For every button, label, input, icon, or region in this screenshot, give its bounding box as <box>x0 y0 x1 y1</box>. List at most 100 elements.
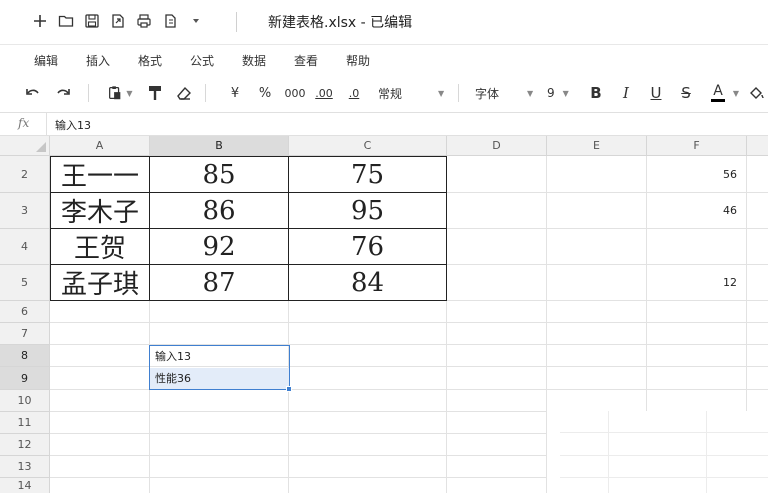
toolbar-separator <box>88 84 89 102</box>
row-header-3[interactable]: 3 <box>0 193 50 229</box>
cell-a5[interactable]: 孟子琪 <box>51 265 149 300</box>
row-header-14[interactable]: 14 <box>0 478 50 493</box>
strikethrough-button[interactable]: S <box>677 83 695 103</box>
row-header-12[interactable]: 12 <box>0 434 50 456</box>
menu-format[interactable]: 格式 <box>138 52 162 69</box>
formula-input[interactable]: 输入13 <box>55 117 91 133</box>
cell-f5[interactable]: 12 <box>647 265 746 300</box>
cell-f2[interactable]: 56 <box>647 157 746 192</box>
gridline <box>560 432 768 433</box>
toolbar-separator <box>458 84 459 102</box>
row-header-6[interactable]: 6 <box>0 301 50 323</box>
cell-b2[interactable]: 85 <box>150 157 288 192</box>
blank-area <box>547 411 768 493</box>
menu-formula[interactable]: 公式 <box>190 52 214 69</box>
gridline <box>560 455 768 456</box>
cell-c2[interactable]: 75 <box>289 157 446 192</box>
menu-help[interactable]: 帮助 <box>346 52 370 69</box>
gridline <box>706 411 707 493</box>
font-color-swatch <box>711 99 725 102</box>
row-header-5[interactable]: 5 <box>0 265 50 301</box>
table-border <box>446 156 447 301</box>
select-all-triangle-icon <box>36 142 46 152</box>
col-header-f[interactable]: F <box>647 136 747 156</box>
col-header-next[interactable] <box>747 136 768 156</box>
font-size-select[interactable]: 9 ▼ <box>547 83 579 103</box>
fx-label: fx <box>18 116 30 130</box>
cell-b9[interactable]: 性能36 <box>150 368 288 388</box>
document-title: 新建表格.xlsx - 已编辑 <box>268 15 413 31</box>
cell-c4[interactable]: 76 <box>289 229 446 264</box>
col-header-d[interactable]: D <box>447 136 547 156</box>
row-header-2[interactable]: 2 <box>0 156 50 193</box>
fill-handle[interactable] <box>286 386 292 392</box>
percent-button[interactable]: % <box>256 83 274 103</box>
redo-icon[interactable] <box>52 83 74 103</box>
plus-icon[interactable] <box>30 11 50 31</box>
underline-button[interactable]: U <box>647 83 665 103</box>
gridline <box>50 322 768 323</box>
row-header-7[interactable]: 7 <box>0 323 50 345</box>
folder-icon[interactable] <box>56 11 76 31</box>
italic-button[interactable]: I <box>617 83 635 103</box>
cell-b5[interactable]: 87 <box>150 265 288 300</box>
formula-separator <box>46 113 47 135</box>
col-header-b[interactable]: B <box>150 136 289 156</box>
row-header-13[interactable]: 13 <box>0 456 50 478</box>
cell-f3[interactable]: 46 <box>647 193 746 228</box>
menu-bar: 编辑 插入 格式 公式 数据 查看 帮助 <box>0 44 768 74</box>
toolbar-separator <box>205 84 206 102</box>
decimal-increase-button[interactable]: .00 <box>313 83 335 103</box>
gridline <box>560 477 768 478</box>
bold-button[interactable]: B <box>587 83 605 103</box>
select-all-corner[interactable] <box>0 136 50 156</box>
thousands-button[interactable]: 000 <box>283 83 307 103</box>
paste-icon[interactable]: ▼ <box>104 83 136 103</box>
cell-c3[interactable]: 95 <box>289 193 446 228</box>
toolbar: ▼ ¥ % 000 .00 .0 常规 ▼ 字体 ▼ 9 ▼ B I U S A ▼ <box>0 74 768 112</box>
number-format-select[interactable]: 常规 ▼ <box>378 83 446 103</box>
col-header-e[interactable]: E <box>547 136 647 156</box>
table-border <box>50 300 447 301</box>
more-dropdown-icon[interactable] <box>186 11 206 31</box>
row-header-4[interactable]: 4 <box>0 229 50 265</box>
copy-icon[interactable] <box>160 11 180 31</box>
font-color-dropdown-icon[interactable]: ▼ <box>731 83 741 103</box>
cell-a2[interactable]: 王一一 <box>51 157 149 192</box>
font-color-button[interactable]: A <box>705 83 731 103</box>
row-header-8[interactable]: 8 <box>0 345 50 367</box>
row-header-11[interactable]: 11 <box>0 412 50 434</box>
row-header-10[interactable]: 10 <box>0 390 50 412</box>
export-icon[interactable] <box>108 11 128 31</box>
undo-icon[interactable] <box>22 83 44 103</box>
cell-b8[interactable]: 输入13 <box>150 346 288 366</box>
currency-button[interactable]: ¥ <box>226 83 244 103</box>
formula-bar: fx 输入13 <box>0 112 768 136</box>
col-header-a[interactable]: A <box>50 136 150 156</box>
print-icon[interactable] <box>134 11 154 31</box>
spreadsheet-grid[interactable]: A B C D E F 2 3 4 5 6 7 8 9 10 11 12 13 … <box>0 136 768 493</box>
eraser-icon[interactable] <box>174 83 194 103</box>
cell-b3[interactable]: 86 <box>150 193 288 228</box>
gridline <box>608 411 609 493</box>
row-header-9[interactable]: 9 <box>0 367 50 390</box>
fill-color-icon[interactable] <box>746 83 766 103</box>
font-name-select[interactable]: 字体 ▼ <box>475 83 537 103</box>
menu-view[interactable]: 查看 <box>294 52 318 69</box>
menu-data[interactable]: 数据 <box>242 52 266 69</box>
format-painter-icon[interactable] <box>145 83 165 103</box>
col-header-c[interactable]: C <box>289 136 447 156</box>
save-icon[interactable] <box>82 11 102 31</box>
font-name-value: 字体 <box>475 86 500 101</box>
cell-a3[interactable]: 李木子 <box>51 193 149 228</box>
font-size-value: 9 <box>547 86 555 100</box>
cell-b4[interactable]: 92 <box>150 229 288 264</box>
cell-a4[interactable]: 王贺 <box>51 229 149 264</box>
number-format-value: 常规 <box>378 86 403 101</box>
cell-f4[interactable] <box>647 229 746 264</box>
menu-insert[interactable]: 插入 <box>86 52 110 69</box>
menu-edit[interactable]: 编辑 <box>34 52 58 69</box>
decimal-decrease-button[interactable]: .0 <box>345 83 363 103</box>
title-separator <box>236 12 237 32</box>
cell-c5[interactable]: 84 <box>289 265 446 300</box>
